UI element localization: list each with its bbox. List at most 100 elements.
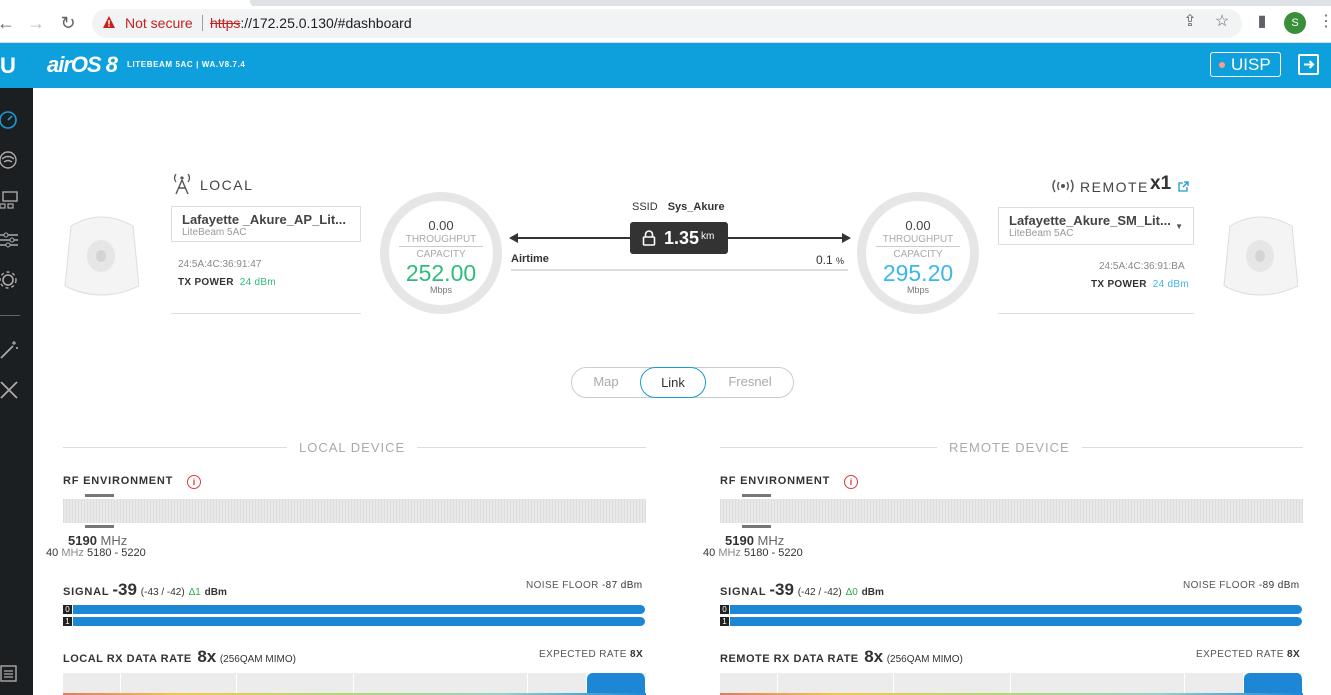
tx-power-label: TX POWER <box>178 277 234 288</box>
not-secure-label: Not secure <box>125 15 193 31</box>
reload-icon[interactable]: ↻ <box>58 13 78 33</box>
local-device-image <box>64 216 139 296</box>
airos-logo: airOS 8 <box>47 52 118 77</box>
remote-chain-1-bar <box>730 617 1302 626</box>
uisp-button[interactable]: UISP <box>1210 52 1281 77</box>
remote-rf-spectrum <box>720 499 1303 523</box>
local-mac: 24:5A:4C:36:91:47 <box>178 259 262 270</box>
dashboard-icon[interactable] <box>0 110 20 130</box>
remote-rx-rate-value: 8x <box>864 647 884 666</box>
rate-cell <box>894 673 1011 695</box>
address-bar[interactable]: Not secure https://172.25.0.130/#dashboa… <box>92 9 1242 38</box>
tab-map[interactable]: Map <box>572 367 640 398</box>
remote-capacity-value: 295.20 <box>882 260 954 286</box>
signal-label: SIGNAL <box>720 586 767 598</box>
local-frequency-value: 5190 <box>68 533 97 548</box>
remote-frequency: 5190 MHz <box>725 533 784 548</box>
local-channel-width-unit: MHz <box>61 547 84 559</box>
bookmark-star-icon[interactable]: ☆ <box>1213 13 1231 31</box>
ssid-label: SSID <box>632 201 658 213</box>
rf-marker-bottom <box>742 525 771 528</box>
expected-rate-label: EXPECTED RATE <box>539 649 627 660</box>
local-rf-label: RF ENVIRONMENT <box>63 475 174 487</box>
local-tx-power-value: 24 dBm <box>239 277 277 288</box>
settings-gear-icon[interactable] <box>0 270 20 290</box>
link-arrow-left-icon <box>509 233 518 243</box>
remote-mac: 24:5A:4C:36:91:BA <box>1099 261 1185 272</box>
local-rf-spectrum <box>63 499 646 523</box>
external-link-icon[interactable] <box>1178 181 1189 192</box>
uisp-label: UISP <box>1231 55 1271 74</box>
rate-cell <box>778 673 894 695</box>
logout-icon[interactable] <box>1298 54 1319 75</box>
local-tx-power: TX POWER 24 dBm <box>178 277 276 288</box>
info-icon[interactable]: i <box>844 475 858 489</box>
antenna-icon <box>173 173 191 195</box>
tab-fresnel[interactable]: Fresnel <box>706 367 794 398</box>
local-signal-unit: dBm <box>204 587 227 598</box>
rate-cell <box>237 673 354 695</box>
log-icon[interactable] <box>0 664 20 684</box>
chain-0-label: 0 <box>63 605 72 614</box>
local-throughput-value: 0.00 <box>428 218 454 233</box>
local-capacity-unit: Mbps <box>429 285 452 295</box>
local-device-model: LiteBeam 5AC <box>182 227 247 238</box>
remote-rx-rate-label: REMOTE RX DATA RATE <box>720 653 859 665</box>
airtime-unit: % <box>836 256 845 266</box>
rate-cell <box>720 673 778 695</box>
tools-icon[interactable] <box>0 380 20 400</box>
local-capacity-value: 252.00 <box>405 260 477 286</box>
remote-chain-0-bar <box>730 605 1302 614</box>
wireless-icon[interactable] <box>0 150 20 170</box>
airtime-value: 0.1 <box>816 253 833 267</box>
network-icon[interactable] <box>0 190 20 210</box>
share-icon[interactable]: ⇪ <box>1181 13 1199 31</box>
uisp-status-icon <box>1219 62 1225 68</box>
view-tabs: Map Link Fresnel <box>571 367 794 398</box>
remote-signal-unit: dBm <box>861 587 884 598</box>
info-icon[interactable]: i <box>187 475 201 489</box>
remote-tx-power: TX POWER 24 dBm <box>1091 279 1189 290</box>
more-menu-icon[interactable]: ⋮ <box>1318 11 1331 31</box>
services-icon[interactable] <box>0 230 20 250</box>
local-divider <box>171 313 361 314</box>
rate-cell-active <box>587 673 646 695</box>
tab-strip <box>250 0 1331 6</box>
ubiquiti-logo: U <box>0 53 16 78</box>
local-device-name: Lafayette _Akure_AP_Lit... <box>182 212 347 227</box>
remote-signal-delta: Δ0 <box>845 587 858 598</box>
rate-cell <box>528 673 587 695</box>
local-signal-chains: (-43 / -42) <box>140 587 185 598</box>
local-noise-floor-value: -87 dBm <box>601 580 643 591</box>
remote-frequency-unit: MHz <box>757 533 785 548</box>
remote-channel-width-unit: MHz <box>718 547 741 559</box>
remote-channel-band: 40 MHz 5180 - 5220 <box>703 547 803 559</box>
forward-icon[interactable]: → <box>26 13 46 33</box>
remote-device-name: Lafayette_Akure_SM_Lit... <box>1009 213 1171 228</box>
local-rate-bar <box>63 673 646 695</box>
sidebar-divider <box>0 315 20 316</box>
local-chain-0-bar <box>73 605 645 614</box>
local-device-box: Lafayette _Akure_AP_Lit... LiteBeam 5AC <box>171 206 361 242</box>
sidebar <box>0 88 33 695</box>
tab-link[interactable]: Link <box>640 367 706 398</box>
app-header: U airOS 8 LITEBEAM 5AC | WA.V8.7.4 UISP <box>0 43 1331 88</box>
local-expected-rate-value: 8X <box>630 649 644 660</box>
back-icon[interactable]: ← <box>0 13 16 33</box>
url-text[interactable]: https://172.25.0.130/#dashboard <box>210 15 412 31</box>
profile-avatar[interactable]: S <box>1284 12 1306 34</box>
link-arrow-right-icon <box>842 233 851 243</box>
rf-marker-top <box>742 494 771 497</box>
distance-unit: km <box>701 231 715 242</box>
throughput-label: THROUGHPUT <box>399 234 483 247</box>
remote-device-select[interactable]: Lafayette_Akure_SM_Lit... LiteBeam 5AC ▼ <box>998 207 1194 245</box>
local-channel-range: 5180 - 5220 <box>86 547 146 559</box>
noise-floor-label: NOISE FLOOR <box>1183 580 1256 591</box>
remote-channel-range: 5180 - 5220 <box>743 547 803 559</box>
sidepanel-icon[interactable]: ▮ <box>1253 13 1271 31</box>
rate-cell <box>63 673 121 695</box>
noise-floor-label: NOISE FLOOR <box>526 580 599 591</box>
remote-noise-floor-value: -89 dBm <box>1258 580 1300 591</box>
distance-badge: 1.35 km <box>630 222 728 254</box>
wizard-wand-icon[interactable] <box>0 340 20 360</box>
